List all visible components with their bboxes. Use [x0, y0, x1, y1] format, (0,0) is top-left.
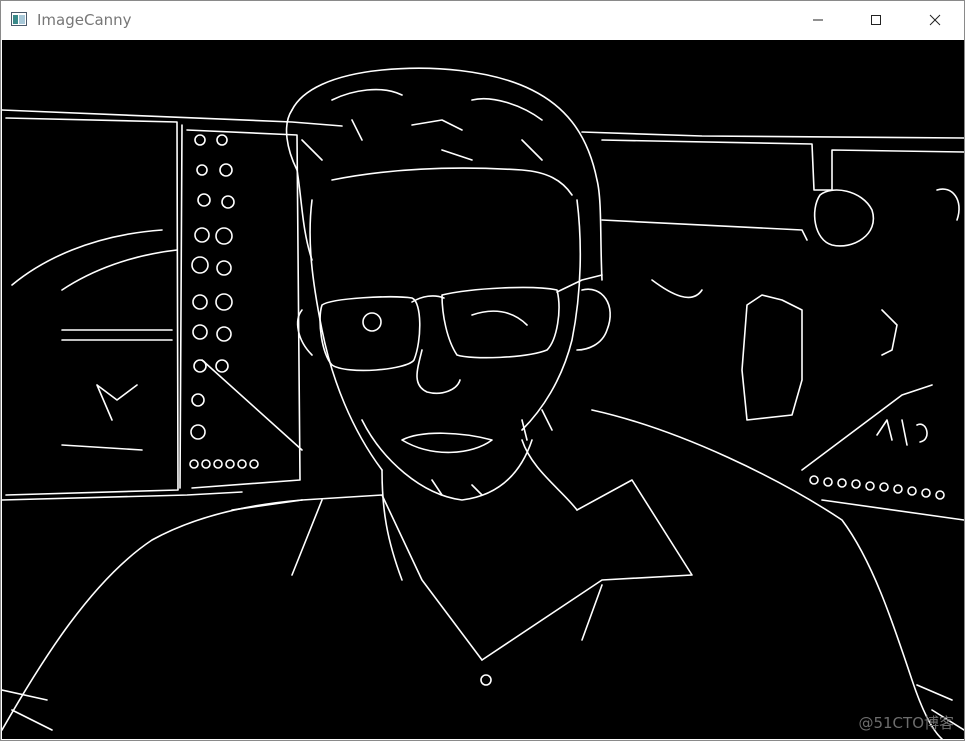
- mouth: [401, 432, 493, 454]
- window-title: ImageCanny: [37, 11, 132, 29]
- left-lower-stripe: [61, 444, 143, 451]
- watermark-text: @51CTO博客: [858, 714, 954, 732]
- right-bottom-dots: [809, 475, 945, 500]
- title-bar[interactable]: ImageCanny: [1, 1, 964, 39]
- collar-right: [481, 479, 693, 661]
- hair-outline: [291, 67, 603, 281]
- right-blob-1: [813, 189, 875, 247]
- opencv-window-icon: [11, 12, 27, 26]
- right-curve: [651, 279, 703, 299]
- wall-diagonal: [201, 359, 303, 451]
- left-arrow-shape: [96, 384, 138, 421]
- shelf-top-edge-right: [581, 131, 964, 139]
- right-blob-2: [936, 188, 960, 221]
- forehead-line: [331, 167, 573, 196]
- close-icon: [929, 14, 941, 26]
- right-cabinet-lower: [601, 219, 808, 241]
- nose: [416, 349, 461, 395]
- bottom-left-edges: [2, 689, 53, 731]
- neck-left: [381, 469, 403, 581]
- right-diagonal-2: [821, 499, 964, 521]
- image-window: ImageCanny @51CTO博客: [0, 0, 965, 741]
- right-shape-3: [741, 294, 803, 421]
- ear-left: [296, 309, 313, 356]
- glasses-left-lens: [319, 296, 421, 372]
- canny-edge-image: @51CTO博客: [2, 40, 964, 739]
- minimize-button[interactable]: [789, 1, 847, 39]
- left-curve-decor-2: [61, 249, 178, 291]
- shirt-button: [480, 674, 492, 686]
- left-bottom-edge: [2, 491, 243, 501]
- beard-outline: [361, 419, 533, 501]
- left-button-row: [61, 329, 173, 341]
- edge-drawing: [2, 67, 964, 739]
- minimize-icon: [813, 19, 823, 21]
- glasses-right-lens: [441, 286, 560, 359]
- right-letters: [876, 419, 928, 446]
- face-right-contour: [521, 199, 582, 431]
- right-cabinet-edge: [601, 139, 964, 191]
- ear-right: [576, 288, 611, 351]
- maximize-icon: [871, 15, 881, 25]
- left-eye: [362, 312, 382, 332]
- maximize-button[interactable]: [847, 1, 905, 39]
- shirt-left-edge: [231, 499, 323, 576]
- shoulder-right: [591, 409, 943, 739]
- left-panel-inner: [179, 124, 183, 489]
- collar-left: [301, 494, 483, 661]
- neck-right: [521, 439, 578, 511]
- glasses-bridge: [411, 295, 445, 303]
- shelf-circle-column: [190, 134, 235, 440]
- left-panel-frame: [5, 117, 179, 496]
- right-shape-4: [881, 309, 898, 356]
- left-curve-decor: [11, 229, 163, 286]
- right-eye: [471, 310, 528, 326]
- shoulder-left: [2, 499, 303, 731]
- hair-strands: [301, 88, 543, 161]
- right-diagonal-1: [801, 384, 933, 471]
- shirt-center: [581, 584, 603, 641]
- close-button[interactable]: [906, 1, 964, 39]
- hair-left: [285, 109, 313, 261]
- shelf-bottom-dots: [189, 459, 259, 469]
